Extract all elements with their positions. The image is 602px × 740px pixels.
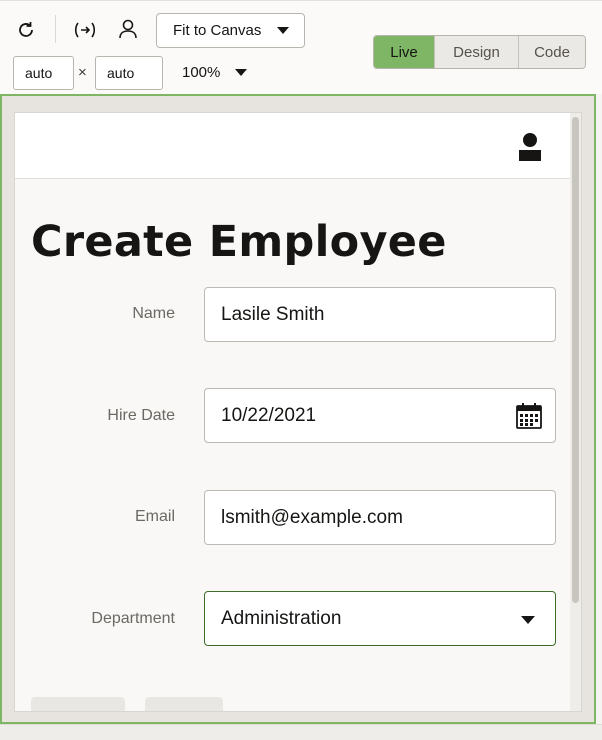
zoom-label: 100% — [182, 64, 221, 81]
hire-date-label: Hire Date — [107, 407, 175, 424]
fit-to-canvas-label: Fit to Canvas — [173, 22, 262, 39]
chevron-down-icon — [235, 69, 247, 76]
email-field[interactable]: lsmith@example.com — [204, 490, 556, 545]
department-select[interactable]: Administration — [204, 591, 556, 646]
mode-code-button[interactable]: Code — [518, 36, 585, 68]
mode-design-button[interactable]: Design — [434, 36, 518, 68]
chevron-down-icon — [277, 27, 289, 34]
chevron-down-icon — [521, 616, 535, 624]
secondary-action-button[interactable] — [145, 697, 223, 711]
department-label: Department — [91, 610, 175, 627]
primary-action-button[interactable] — [31, 697, 125, 711]
name-field[interactable]: Lasile Smith — [204, 287, 556, 342]
height-input[interactable]: auto — [95, 56, 163, 90]
hire-date-value: 10/22/2021 — [221, 404, 317, 426]
department-value: Administration — [221, 607, 342, 629]
name-label: Name — [132, 305, 175, 322]
user-avatar-icon[interactable] — [517, 132, 543, 162]
mode-live-button[interactable]: Live — [374, 36, 434, 68]
vertical-scrollbar[interactable] — [570, 113, 581, 711]
preview-toolbar: Fit to Canvas auto × auto 100% Live Desi… — [0, 0, 602, 94]
dimension-separator: × — [78, 64, 87, 81]
email-label: Email — [134, 508, 175, 525]
calendar-icon[interactable] — [515, 402, 543, 436]
scrollbar-thumb[interactable] — [572, 117, 579, 603]
app-header — [15, 113, 571, 179]
hire-date-field[interactable]: 10/22/2021 — [204, 388, 556, 443]
width-input[interactable]: auto — [13, 56, 74, 90]
resize-horizontal-icon[interactable] — [72, 18, 98, 42]
refresh-icon[interactable] — [14, 18, 38, 42]
toolbar-separator — [55, 15, 56, 43]
page-title: Create Employee — [31, 217, 447, 267]
app-preview-frame: Create Employee Name Lasile Smith Hire D… — [14, 112, 582, 712]
bottom-bar — [0, 724, 602, 740]
view-mode-switcher: Live Design Code — [373, 35, 586, 69]
fit-to-canvas-dropdown[interactable]: Fit to Canvas — [156, 13, 305, 48]
zoom-dropdown[interactable]: 100% — [176, 56, 256, 90]
live-preview-canvas: Create Employee Name Lasile Smith Hire D… — [0, 94, 596, 724]
user-icon[interactable] — [115, 16, 141, 42]
